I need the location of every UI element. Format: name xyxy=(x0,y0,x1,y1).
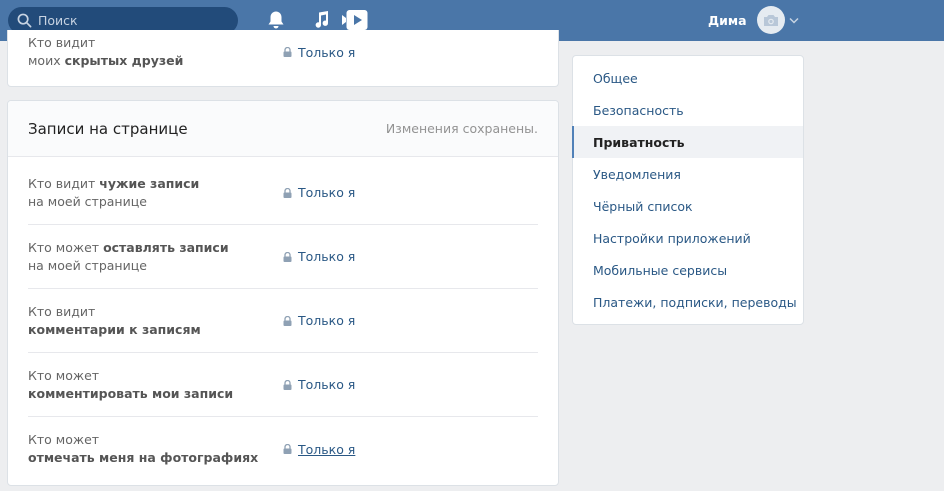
menu-item-security[interactable]: Безопасность xyxy=(573,94,803,126)
menu-item-blacklist[interactable]: Чёрный список xyxy=(573,190,803,222)
setting-label: Кто может отмечать меня на фотографиях xyxy=(28,417,258,481)
lock-icon xyxy=(283,187,292,198)
setting-row: Кто может отмечать меня на фотографиях Т… xyxy=(28,417,538,481)
menu-item-mobile-services[interactable]: Мобильные сервисы xyxy=(573,254,803,286)
menu-item-notifications[interactable]: Уведомления xyxy=(573,158,803,190)
setting-label-line2: отмечать меня на фотографиях xyxy=(28,450,259,465)
menu-item-payments[interactable]: Платежи, подписки, переводы xyxy=(573,286,803,318)
hidden-friends-card: Кто видит моих скрытых друзей Только я xyxy=(7,30,559,87)
menu-item-general[interactable]: Общее xyxy=(573,62,803,94)
setting-row-hidden-friends: Кто видит моих скрытых друзей Только я xyxy=(28,20,538,84)
setting-label-line1: Кто может xyxy=(28,432,100,447)
user-menu[interactable]: Дима xyxy=(708,6,799,34)
user-name: Дима xyxy=(708,12,747,28)
setting-label: Кто может оставлять записи на моей стран… xyxy=(28,225,229,288)
setting-label: Кто может комментировать мои записи xyxy=(28,353,233,416)
setting-row: Кто может оставлять записи на моей стран… xyxy=(28,225,538,289)
setting-row: Кто видит чужие записи на моей странице … xyxy=(28,161,538,225)
setting-label-line2: на моей странице xyxy=(28,257,147,273)
privacy-value-link[interactable]: Только я xyxy=(283,20,355,84)
chevron-down-icon[interactable] xyxy=(789,17,799,24)
setting-row: Кто может комментировать мои записи Толь… xyxy=(28,353,538,417)
setting-row: Кто видит комментарии к записям Только я xyxy=(28,289,538,353)
menu-item-app-settings[interactable]: Настройки приложений xyxy=(573,222,803,254)
privacy-value[interactable]: Только я xyxy=(298,45,355,60)
settings-menu: Общее Безопасность Приватность Уведомлен… xyxy=(572,55,804,325)
menu-item-privacy[interactable]: Приватность xyxy=(572,126,803,158)
camera-icon xyxy=(763,14,778,26)
wall-posts-privacy-card: Записи на странице Изменения сохранены. … xyxy=(7,100,559,486)
privacy-value-link[interactable]: Только я xyxy=(283,353,355,416)
section-title: Записи на странице xyxy=(28,119,188,138)
lock-icon xyxy=(283,315,292,326)
lock-icon xyxy=(283,379,292,390)
setting-label-line1: Кто видит xyxy=(28,35,96,50)
setting-label-line2: комментировать мои записи xyxy=(28,385,234,401)
privacy-value[interactable]: Только я xyxy=(298,249,355,264)
privacy-value-link[interactable]: Только я xyxy=(283,225,355,288)
setting-label: Кто видит чужие записи на моей странице xyxy=(28,161,199,224)
setting-label-line1: Кто видит чужие записи xyxy=(28,175,200,191)
card-header: Записи на странице Изменения сохранены. xyxy=(8,101,558,157)
lock-icon xyxy=(283,47,292,57)
privacy-value-link[interactable]: Только я xyxy=(283,289,355,352)
setting-label: Кто видит комментарии к записям xyxy=(28,289,201,352)
setting-label-line2: моих скрытых друзей xyxy=(28,53,184,68)
privacy-value-link[interactable]: Только я xyxy=(283,161,355,224)
privacy-value[interactable]: Только я xyxy=(298,185,355,200)
setting-label-line1: Кто может xyxy=(28,367,100,383)
setting-label: Кто видит моих скрытых друзей xyxy=(28,20,183,84)
save-status: Изменения сохранены. xyxy=(385,121,538,136)
privacy-value-link[interactable]: Только я xyxy=(283,417,355,481)
setting-label-line2: на моей странице xyxy=(28,193,147,209)
privacy-value[interactable]: Только я xyxy=(298,377,355,392)
setting-label-line2: комментарии к записям xyxy=(28,321,201,337)
lock-icon xyxy=(283,444,292,454)
lock-icon xyxy=(283,251,292,262)
setting-label-line1: Кто может оставлять записи xyxy=(28,239,229,255)
avatar[interactable] xyxy=(756,6,785,34)
privacy-value[interactable]: Только я xyxy=(298,442,355,457)
setting-label-line1: Кто видит xyxy=(28,303,96,319)
privacy-value[interactable]: Только я xyxy=(298,313,355,328)
